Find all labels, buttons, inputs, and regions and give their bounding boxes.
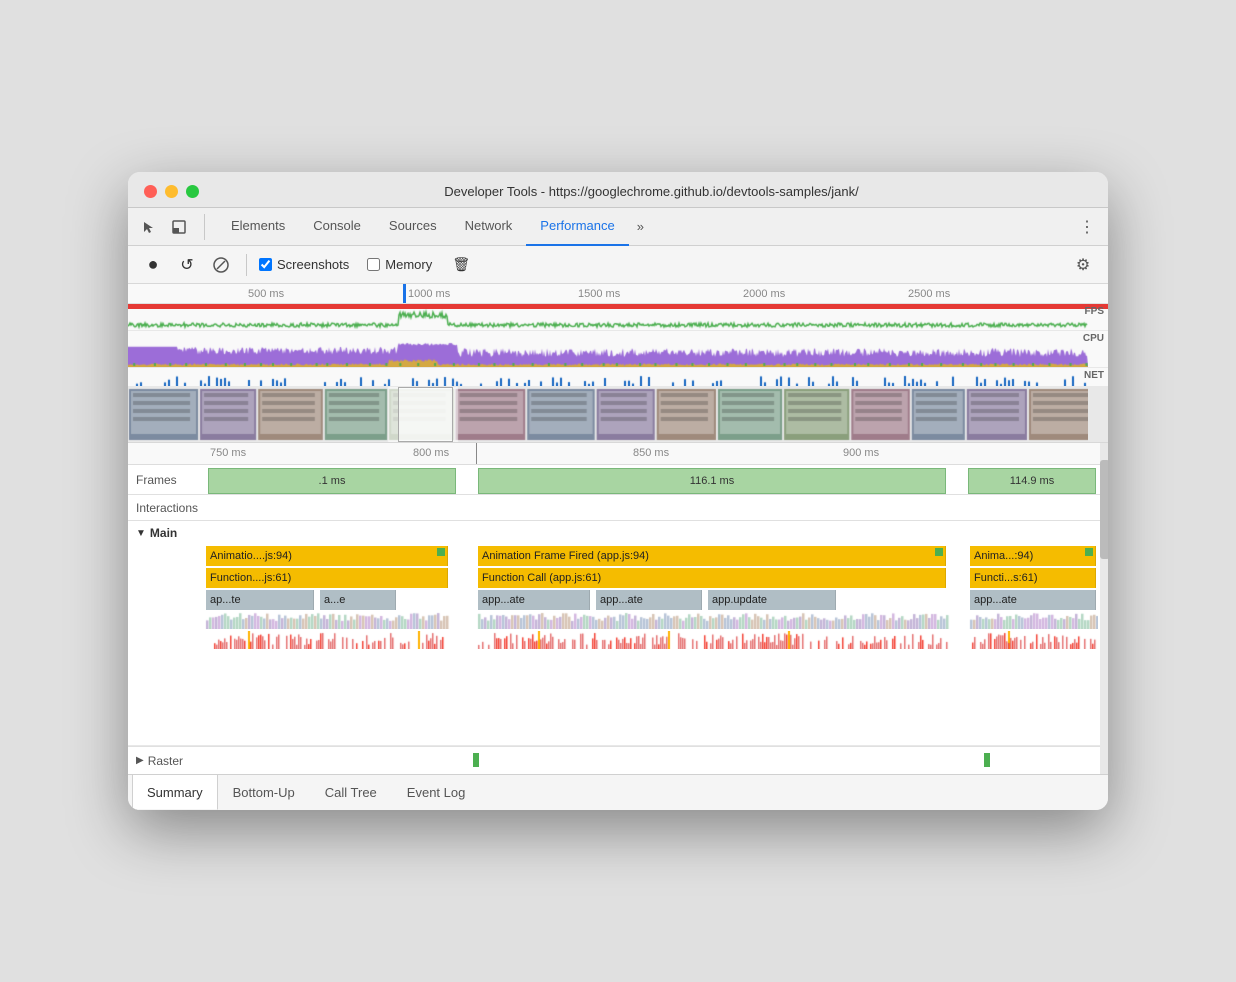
interactions-label: Interactions (128, 501, 206, 515)
devtools-tabs: Elements Console Sources Network Perform… (128, 208, 1108, 246)
frame-block-2[interactable]: 116.1 ms (478, 468, 946, 494)
detail-cursor (476, 443, 477, 464)
net-label: NET (1084, 370, 1104, 381)
cpu-track: CPU (128, 331, 1108, 368)
btab-summary[interactable]: Summary (132, 774, 218, 810)
cursor-icon[interactable] (136, 214, 162, 240)
frame-block-1[interactable]: .1 ms (208, 468, 456, 494)
tick-500: 500 ms (248, 288, 284, 300)
scrollbar-thumb[interactable] (1100, 460, 1108, 559)
reload-button[interactable]: ↺ (174, 252, 200, 278)
dock-icon[interactable] (166, 214, 192, 240)
detail-tick-800: 800 ms (413, 447, 449, 459)
window-title: Developer Tools - https://googlechrome.g… (211, 184, 1092, 199)
detail-timeline: 750 ms 800 ms 850 ms 900 ms Frames .1 ms… (128, 443, 1108, 774)
flame-block-app-2[interactable]: a...e (320, 590, 396, 610)
flame-row-1: Animatio....js:94) Animation Frame Fired… (128, 545, 1108, 567)
raster-block-2 (984, 753, 990, 767)
btab-event-log[interactable]: Event Log (392, 775, 481, 811)
detail-tick-750: 750 ms (210, 447, 246, 459)
main-arrow[interactable]: ▼ (136, 528, 146, 539)
maximize-button[interactable] (186, 185, 199, 198)
close-button[interactable] (144, 185, 157, 198)
fps-track: FPS (128, 304, 1108, 331)
raster-block-1 (473, 753, 479, 767)
flame-block-app-1[interactable]: ap...te (206, 590, 314, 610)
cpu-label: CPU (1083, 333, 1104, 344)
screenshots-checkbox[interactable] (259, 258, 272, 271)
trash-button[interactable]: 🗑 (448, 252, 474, 278)
toolbar-separator-1 (246, 254, 247, 276)
timeline-scrollbar[interactable] (1100, 443, 1108, 774)
bottom-tabs: Summary Bottom-Up Call Tree Event Log (128, 774, 1108, 810)
flame-row-3: ap...te a...e app...ate app...ate app.up… (128, 589, 1108, 611)
flame-block-func-3[interactable]: Functi...s:61) (970, 568, 1096, 588)
tab-icons (136, 214, 205, 240)
tick-2500: 2500 ms (908, 288, 950, 300)
clear-button[interactable] (208, 252, 234, 278)
tab-more-button[interactable]: » (629, 219, 652, 234)
tab-console[interactable]: Console (299, 208, 375, 246)
frame-block-3[interactable]: 114.9 ms (968, 468, 1096, 494)
fps-label: FPS (1085, 306, 1104, 317)
detail-tick-900: 900 ms (843, 447, 879, 459)
devtools-window: Developer Tools - https://googlechrome.g… (128, 172, 1108, 810)
titlebar: Developer Tools - https://googlechrome.g… (128, 172, 1108, 208)
traffic-lights (144, 185, 199, 198)
tab-elements[interactable]: Elements (217, 208, 299, 246)
frames-label: Frames (128, 473, 208, 487)
raster-label[interactable]: ▶ Raster (128, 754, 191, 768)
tab-sources[interactable]: Sources (375, 208, 451, 246)
tab-performance[interactable]: Performance (526, 208, 628, 246)
flame-block-app-6[interactable]: app...ate (970, 590, 1096, 610)
tick-2000: 2000 ms (743, 288, 785, 300)
btab-call-tree[interactable]: Call Tree (310, 775, 392, 811)
timeline-overview: 500 ms 1000 ms 1500 ms 2000 ms 2500 ms F… (128, 284, 1108, 443)
tab-network[interactable]: Network (451, 208, 527, 246)
detail-tick-850: 850 ms (633, 447, 669, 459)
flame-chart: Animatio....js:94) Animation Frame Fired… (128, 545, 1108, 745)
interactions-row: Interactions (128, 495, 1108, 521)
memory-checkbox[interactable] (367, 258, 380, 271)
flame-block-app-5[interactable]: app.update (708, 590, 836, 610)
overview-ruler: 500 ms 1000 ms 1500 ms 2000 ms 2500 ms (128, 284, 1108, 304)
perf-toolbar: ● ↺ Screenshots Memory 🗑 ⚙ (128, 246, 1108, 284)
screenshots-checkbox-label[interactable]: Screenshots (259, 257, 349, 272)
tick-1000: 1000 ms (408, 288, 450, 300)
devtools-menu-icon[interactable]: ⋮ (1074, 214, 1100, 240)
memory-checkbox-label[interactable]: Memory (367, 257, 432, 272)
main-header: ▼ Main (128, 521, 1108, 545)
frames-row: Frames .1 ms 116.1 ms 114.9 ms (128, 465, 1108, 495)
main-section: ▼ Main Animatio....js:94) Animation Fram… (128, 521, 1108, 746)
flame-row-2: Function....js:61) Function Call (app.js… (128, 567, 1108, 589)
flame-row-5 (128, 631, 1108, 649)
flame-block-app-4[interactable]: app...ate (596, 590, 702, 610)
raster-arrow[interactable]: ▶ (136, 755, 144, 766)
settings-button[interactable]: ⚙ (1070, 252, 1096, 278)
main-label: Main (150, 526, 177, 540)
screenshots-track (128, 387, 1108, 442)
flame-block-anim-2[interactable]: Animation Frame Fired (app.js:94) (478, 546, 946, 566)
flame-block-func-2[interactable]: Function Call (app.js:61) (478, 568, 946, 588)
flame-block-anim-3[interactable]: Anima...:94) (970, 546, 1096, 566)
net-track: NET (128, 368, 1108, 387)
detail-ruler: 750 ms 800 ms 850 ms 900 ms (128, 443, 1108, 465)
flame-block-anim-1[interactable]: Animatio....js:94) (206, 546, 448, 566)
record-button[interactable]: ● (140, 252, 166, 278)
flame-row-4 (128, 611, 1108, 629)
flame-block-func-1[interactable]: Function....js:61) (206, 568, 448, 588)
raster-row: ▶ Raster (128, 746, 1108, 774)
tick-1500: 1500 ms (578, 288, 620, 300)
minimize-button[interactable] (165, 185, 178, 198)
flame-block-app-3[interactable]: app...ate (478, 590, 590, 610)
btab-bottom-up[interactable]: Bottom-Up (218, 775, 310, 811)
